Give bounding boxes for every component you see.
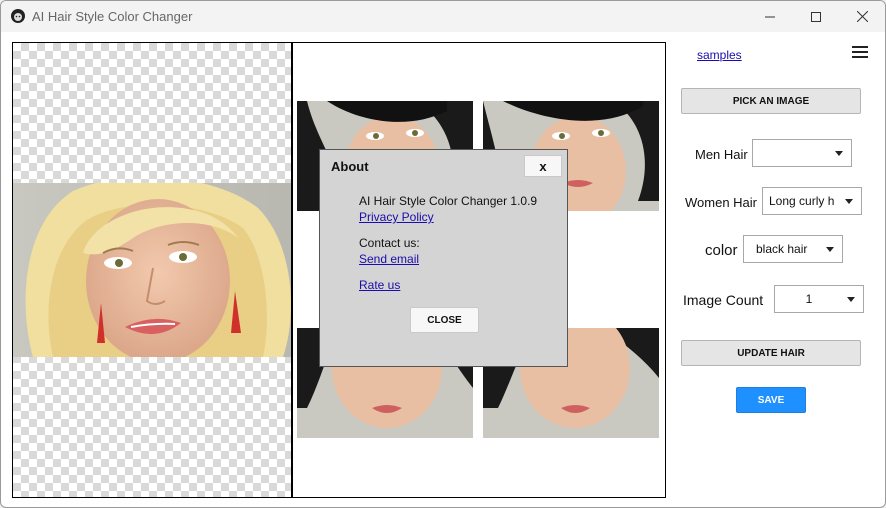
dialog-title: About bbox=[331, 159, 369, 174]
chevron-down-icon bbox=[845, 199, 853, 204]
image-count-value: 1 bbox=[805, 292, 813, 306]
update-hair-button[interactable]: UPDATE HAIR bbox=[681, 340, 861, 366]
image-count-label: Image Count bbox=[683, 292, 764, 308]
pick-image-button[interactable]: PICK AN IMAGE bbox=[681, 88, 861, 114]
contact-label: Contact us: bbox=[359, 236, 420, 250]
maximize-icon bbox=[811, 11, 821, 22]
chevron-down-icon bbox=[847, 297, 855, 302]
maximize-button[interactable] bbox=[793, 1, 839, 32]
save-button[interactable]: SAVE bbox=[736, 387, 806, 413]
app-window: AI Hair Style Color Changer samples PICK… bbox=[0, 0, 886, 508]
original-image-pane bbox=[12, 42, 292, 498]
chevron-down-icon bbox=[835, 151, 843, 156]
men-hair-select[interactable] bbox=[752, 139, 852, 167]
about-dialog: About x AI Hair Style Color Changer 1.0.… bbox=[319, 149, 568, 367]
image-count-select[interactable]: 1 bbox=[774, 285, 864, 313]
app-version-text: AI Hair Style Color Changer 1.0.9 bbox=[359, 194, 538, 208]
color-value: black hair bbox=[756, 242, 808, 256]
privacy-policy-link[interactable]: Privacy Policy bbox=[359, 210, 434, 224]
send-email-link[interactable]: Send email bbox=[359, 252, 419, 266]
samples-link[interactable]: samples bbox=[697, 48, 742, 62]
men-hair-label: Men Hair bbox=[695, 147, 748, 162]
close-window-button[interactable] bbox=[839, 1, 885, 32]
women-hair-select[interactable]: Long curly h bbox=[762, 187, 862, 215]
chevron-down-icon bbox=[826, 247, 834, 252]
minimize-button[interactable] bbox=[747, 1, 793, 32]
color-label: color bbox=[705, 242, 738, 259]
close-icon bbox=[856, 11, 868, 22]
color-select[interactable]: black hair bbox=[743, 235, 843, 263]
dialog-close-button[interactable]: CLOSE bbox=[410, 307, 479, 333]
title-bar: AI Hair Style Color Changer bbox=[1, 1, 885, 32]
window-title: AI Hair Style Color Changer bbox=[32, 9, 193, 24]
dialog-close-x-button[interactable]: x bbox=[524, 155, 562, 177]
original-portrait-image bbox=[13, 183, 292, 357]
hamburger-icon[interactable] bbox=[852, 46, 868, 58]
minimize-icon bbox=[765, 16, 775, 17]
rate-us-link[interactable]: Rate us bbox=[359, 278, 400, 292]
women-hair-value: Long curly h bbox=[769, 194, 835, 208]
women-hair-label: Women Hair bbox=[685, 195, 758, 210]
app-face-icon bbox=[11, 9, 25, 23]
